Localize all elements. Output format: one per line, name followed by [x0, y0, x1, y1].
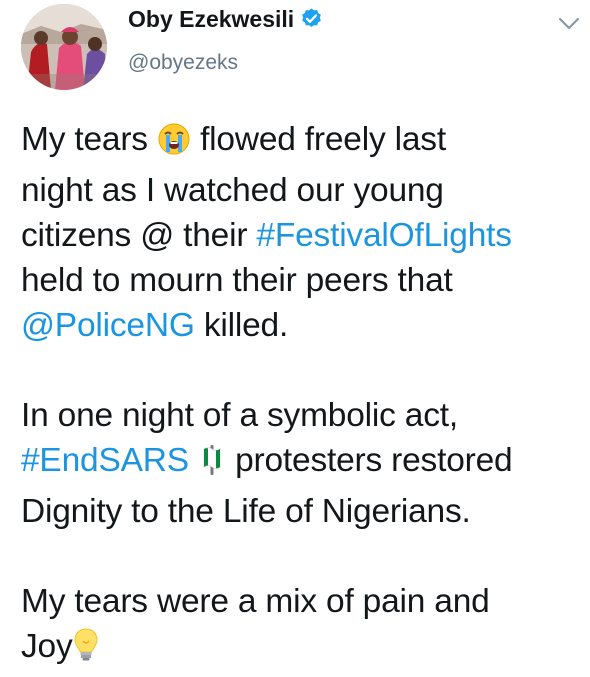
tweet-paragraph-1: My tears flowed freely last night as I w…: [21, 117, 581, 348]
text-line: night as I watched our young: [21, 172, 444, 209]
hashtag-link-festivaloflights[interactable]: #FestivalOfLights: [256, 217, 512, 254]
tweet-paragraph-2: In one night of a symbolic act, #EndSARS…: [21, 393, 581, 534]
hashtag-link-endsars[interactable]: #EndSARS: [21, 442, 189, 479]
nigeria-flag-emoji: [198, 443, 226, 489]
chevron-down-icon[interactable]: [558, 17, 580, 31]
light-bulb-emoji: [73, 627, 99, 675]
tweet-text: My tears flowed freely last night as I w…: [21, 117, 581, 675]
text-line: In one night of a symbolic act,: [21, 397, 458, 434]
text-line: Dignity to the Life of Nigerians.: [21, 493, 471, 530]
user-handle[interactable]: @obyezeks: [128, 51, 238, 75]
loudly-crying-face-emoji: [157, 122, 191, 168]
text-line: My tears were a mix of pain and: [21, 583, 490, 620]
display-name[interactable]: Oby Ezekwesili: [128, 6, 294, 32]
text-segment: citizens @ their: [21, 217, 248, 254]
avatar-photo: [21, 4, 107, 90]
text-segment: My tears: [21, 121, 148, 158]
verified-badge-icon: [300, 7, 323, 36]
mention-link-policeng[interactable]: @PoliceNG: [21, 307, 195, 344]
text-segment: protesters restored: [235, 442, 513, 479]
text-segment: killed.: [203, 307, 289, 344]
avatar[interactable]: [21, 4, 107, 90]
display-name-row[interactable]: Oby Ezekwesili: [128, 6, 323, 36]
text-segment: Joy: [21, 628, 73, 665]
tweet-paragraph-3: My tears were a mix of pain and Joy: [21, 579, 581, 675]
text-line: held to mourn their peers that: [21, 262, 453, 299]
text-segment: flowed freely last: [200, 121, 446, 158]
